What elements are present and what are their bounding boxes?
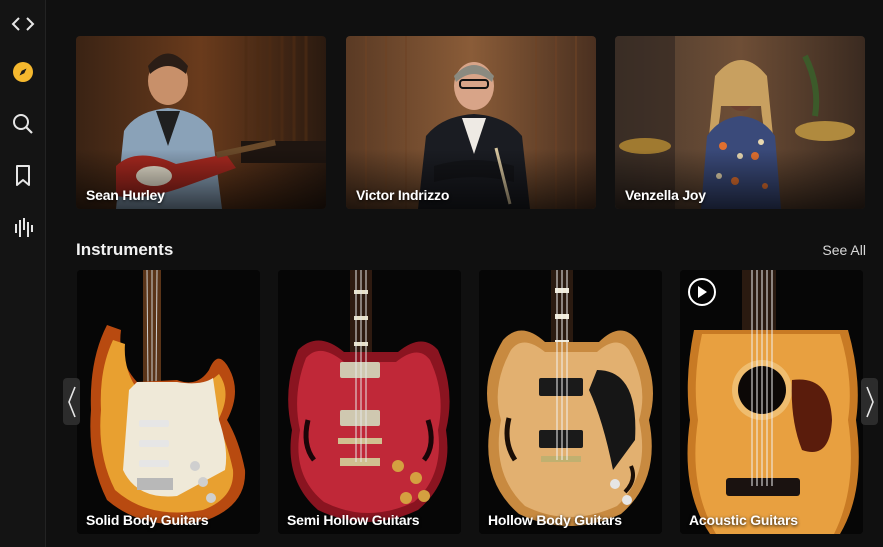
main-content: Sean Hurley Victor Indrizzo Venzella Joy… <box>47 0 883 547</box>
chevron-right-icon <box>865 386 874 417</box>
audio-bars-icon[interactable] <box>0 210 46 246</box>
instrument-label: Acoustic Guitars <box>689 512 798 528</box>
play-icon[interactable] <box>688 278 716 306</box>
artist-card-victor-indrizzo[interactable]: Victor Indrizzo <box>346 36 596 209</box>
section-title: Instruments <box>76 240 174 259</box>
search-icon[interactable] <box>0 106 46 142</box>
code-arrows-icon[interactable] <box>0 6 46 42</box>
instrument-photo <box>680 270 863 534</box>
instrument-photo <box>479 270 662 534</box>
carousel-prev-button[interactable] <box>63 378 80 425</box>
artist-name: Sean Hurley <box>86 187 165 203</box>
instrument-card-acoustic[interactable]: Acoustic Guitars <box>680 270 863 534</box>
artist-card-sean-hurley[interactable]: Sean Hurley <box>76 36 326 209</box>
instrument-card-solid-body[interactable]: Solid Body Guitars <box>77 270 260 534</box>
instrument-card-semi-hollow[interactable]: Semi Hollow Guitars <box>278 270 461 534</box>
instrument-photo <box>278 270 461 534</box>
instrument-card-hollow-body[interactable]: Hollow Body Guitars <box>479 270 662 534</box>
artist-card-venzella-joy[interactable]: Venzella Joy <box>615 36 865 209</box>
bookmark-icon[interactable] <box>0 158 46 194</box>
artist-name: Victor Indrizzo <box>356 187 450 203</box>
carousel-next-button[interactable] <box>861 378 878 425</box>
chevron-left-icon <box>67 386 76 417</box>
see-all-link[interactable]: See All <box>822 242 866 258</box>
instrument-label: Hollow Body Guitars <box>488 512 622 528</box>
sidebar <box>0 0 46 547</box>
compass-icon[interactable] <box>0 54 46 90</box>
artist-name: Venzella Joy <box>625 187 706 203</box>
instrument-photo <box>77 270 260 534</box>
instrument-label: Semi Hollow Guitars <box>287 512 420 528</box>
instrument-label: Solid Body Guitars <box>86 512 209 528</box>
